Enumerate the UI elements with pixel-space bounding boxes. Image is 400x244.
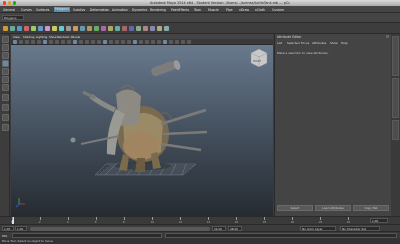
attr-menu-attributes[interactable]: Attributes	[312, 41, 326, 45]
turtle-body	[80, 84, 208, 172]
shelf-tool-icon[interactable]	[52, 26, 57, 31]
help-line: Move Tool: Select an object to move.	[0, 238, 400, 244]
toolbox	[0, 34, 10, 216]
shelf-tool-icon[interactable]	[94, 26, 99, 31]
shelf-tool-icon[interactable]	[122, 26, 127, 31]
manipulator-icon[interactable]	[1, 84, 9, 91]
menu-muscle[interactable]: Muscle	[208, 8, 219, 12]
shelf-tool-icon[interactable]	[17, 26, 22, 31]
menu-dynamics[interactable]: Dynamics	[132, 8, 147, 12]
paint-select-icon[interactable]	[1, 52, 9, 59]
shelf-tool-icon[interactable]	[87, 26, 92, 31]
close-panel-icon[interactable]	[386, 35, 389, 38]
attribute-editor-buttons: Select Load Attributes Copy Tab	[277, 205, 390, 211]
select-tool-icon[interactable]	[1, 36, 9, 43]
perspective-viewport[interactable]: View Shading Lighting Show Renderer Panels	[11, 34, 273, 216]
menu-painteffects[interactable]: PaintEffects	[171, 8, 189, 12]
range-slider[interactable]	[30, 226, 210, 231]
menu-set-select[interactable]: Polygons	[2, 15, 24, 20]
shelf-tool-icon[interactable]	[66, 26, 71, 31]
shelf-tool-icon[interactable]	[108, 26, 113, 31]
menu-deformation[interactable]: Deformation	[90, 8, 109, 12]
shelf-tool-icon[interactable]	[10, 26, 15, 31]
shelf-tool-icon[interactable]	[31, 26, 36, 31]
shelf-tool-icon[interactable]	[150, 26, 155, 31]
load-attributes-button[interactable]: Load Attributes	[315, 205, 351, 211]
time-slider[interactable]: 1.00 1 2 4 6 8 10 12 14 16 18 20 22 24	[0, 216, 400, 225]
shelf-tool-icon[interactable]	[164, 26, 169, 31]
attribute-editor-message: Make a selection to view attributes.	[277, 51, 329, 55]
current-frame-field[interactable]: 1.00	[370, 218, 388, 223]
move-tool-icon[interactable]	[1, 60, 9, 67]
shelf-toolbar	[0, 23, 400, 34]
shelf-tool-icon[interactable]	[129, 26, 134, 31]
zoom-window-icon[interactable]	[13, 1, 17, 5]
shelf-tool-icon[interactable]	[136, 26, 141, 31]
layout-single-icon[interactable]	[1, 94, 9, 101]
floating-cylinder	[151, 60, 181, 77]
side-tabs	[391, 34, 400, 216]
menu-pipe[interactable]: Pipe	[226, 8, 233, 12]
turtle-tank-model[interactable]: FRONT	[11, 34, 273, 216]
menu-ndraw[interactable]: nDraw	[239, 8, 249, 12]
layout-two-icon[interactable]	[1, 114, 9, 121]
menu-ncloth[interactable]: nCloth	[255, 8, 265, 12]
menu-general[interactable]: General	[3, 8, 15, 12]
layout-four-icon[interactable]	[1, 104, 9, 111]
menu-rendering[interactable]: Rendering	[150, 8, 166, 12]
menu-animation[interactable]: Animation	[112, 8, 128, 12]
shelf-tool-icon[interactable]	[101, 26, 106, 31]
attribute-editor-title: Attribute Editor	[277, 35, 302, 39]
menu-polygons[interactable]: Polygons	[54, 7, 70, 12]
help-text: Move Tool: Select an object to move.	[2, 239, 54, 243]
attribute-editor-panel: Attribute Editor List Selected Focus Attrib…	[274, 34, 391, 216]
viewcube: FRONT	[250, 48, 268, 68]
shelf-tool-icon[interactable]	[45, 26, 50, 31]
status-line: Polygons	[0, 13, 400, 23]
axis-indicator	[15, 198, 25, 208]
copy-tab-button[interactable]: Copy Tab	[353, 205, 389, 211]
shelf-tool-icon[interactable]	[115, 26, 120, 31]
menu-toon[interactable]: Toon	[194, 8, 201, 12]
shelf-tool-icon[interactable]	[24, 26, 29, 31]
viewcube-label: FRONT	[253, 60, 261, 63]
tab-channel-box[interactable]	[392, 78, 399, 118]
menu-subdivs[interactable]: Subdivs	[73, 8, 85, 12]
main-menu-bar: General Curves Surfaces Polygons Subdivs Defo…	[0, 6, 400, 13]
small-sphere	[70, 137, 76, 143]
mel-label[interactable]: MEL	[2, 234, 8, 238]
lasso-tool-icon[interactable]	[1, 44, 9, 51]
attr-menu-selected[interactable]: Selected	[287, 41, 300, 45]
shelf-tool-icon[interactable]	[59, 26, 64, 31]
scale-tool-icon[interactable]	[1, 76, 9, 83]
rotate-tool-icon[interactable]	[1, 68, 9, 75]
attr-menu-show[interactable]: Show	[330, 41, 338, 45]
shelf-tool-icon[interactable]	[38, 26, 43, 31]
menu-curves[interactable]: Curves	[21, 8, 32, 12]
range-slider-bar: 1.00 1.00 24.00 48.00 No Anim Layer No C…	[0, 224, 400, 231]
tab-tool-settings[interactable]	[392, 120, 399, 140]
tab-attribute-editor[interactable]	[392, 36, 399, 76]
outliner-layout-icon[interactable]	[1, 124, 9, 131]
attr-menu-list[interactable]: List	[277, 41, 282, 45]
shelf-tool-icon[interactable]	[80, 26, 85, 31]
shelf-tool-icon[interactable]	[3, 26, 8, 31]
shelf-tool-icon[interactable]	[73, 26, 78, 31]
attr-menu-focus[interactable]: Focus	[301, 41, 309, 45]
close-window-icon[interactable]	[3, 1, 7, 5]
command-line: MEL	[0, 231, 400, 238]
select-button[interactable]: Select	[277, 205, 313, 211]
shelf-tool-icon[interactable]	[143, 26, 148, 31]
menu-surfaces[interactable]: Surfaces	[36, 8, 49, 12]
window-title: Autodesk Maya 2014 x64 - Student Version…	[150, 0, 290, 5]
shelf-tool-icon[interactable]	[157, 26, 162, 31]
attr-menu-help[interactable]: Help	[341, 41, 348, 45]
minimize-window-icon[interactable]	[8, 1, 12, 5]
menu-custom[interactable]: Custom	[272, 8, 284, 12]
